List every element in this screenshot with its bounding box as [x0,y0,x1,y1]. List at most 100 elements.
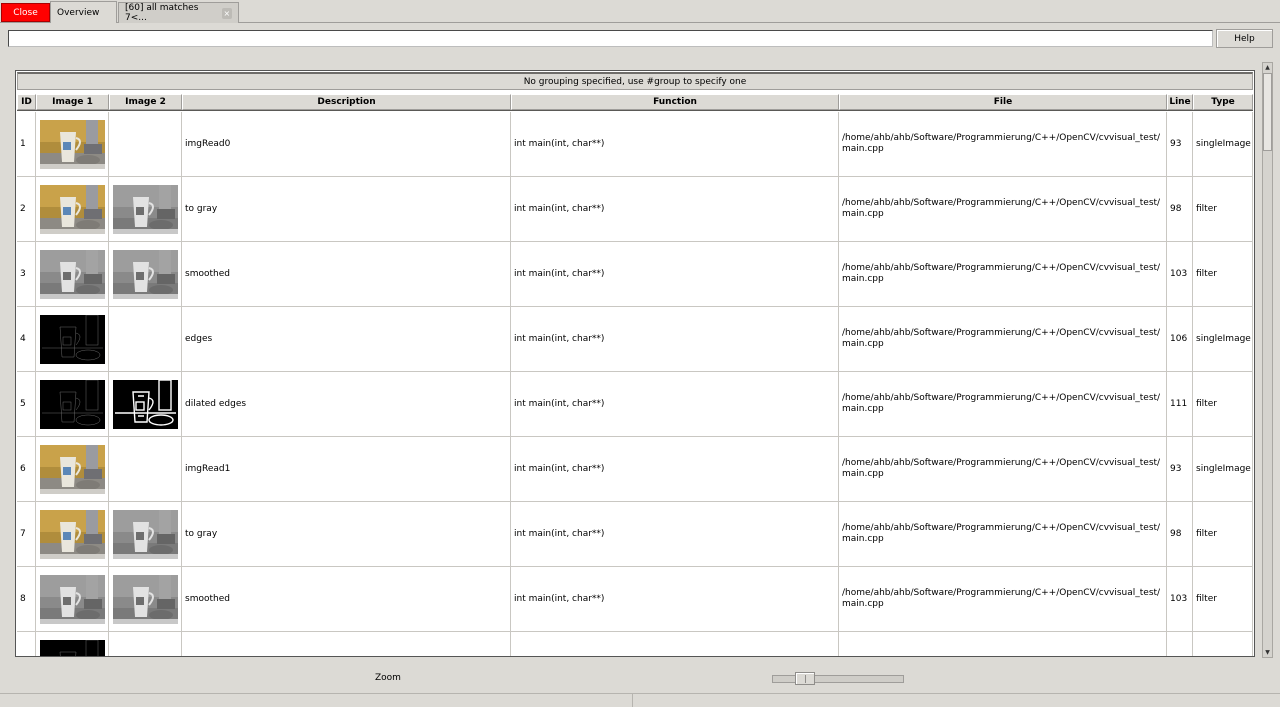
cell-id: 4 [17,307,36,371]
thumbnail-image[interactable] [112,249,178,299]
tab-all-matches-label: [60] all matches 7<... [125,3,199,23]
tab-bar: Close Overview [60] all matches 7<... × [0,0,1280,23]
cell-file: /home/ahb/ahb/Software/Programmierung/C+… [839,632,1167,656]
cell-function: int main(int, char**) [511,437,839,501]
group-header: No grouping specified, use #group to spe… [17,72,1253,90]
table-header: ID Image 1 Image 2 Description Function … [17,94,1253,111]
cell-image2 [109,177,182,241]
cell-description [182,632,511,656]
cell-description: smoothed [182,242,511,306]
table-row[interactable]: 5 dilated edges int main(int, char**)/home… [17,372,1253,437]
column-header-file[interactable]: File [839,94,1167,110]
cell-description: to gray [182,177,511,241]
thumbnail-image[interactable] [39,119,105,169]
cell-file: /home/ahb/ahb/Software/Programmierung/C+… [839,372,1167,436]
cell-function: int main(int, char**) [511,242,839,306]
cell-image1 [36,372,109,436]
filter-input[interactable] [8,30,1213,47]
cell-line [1167,632,1193,656]
cell-type: filter [1193,502,1253,566]
table-row[interactable]: /home/ahb/ahb/Software/Programmierung/C+… [17,632,1253,656]
zoom-label: Zoom [375,673,401,683]
table-row[interactable]: 2 to gray int main(int, char**)/home/ahb/a… [17,177,1253,242]
cell-description: smoothed [182,567,511,631]
thumbnail-image[interactable] [39,574,105,624]
cell-description: edges [182,307,511,371]
cell-description: imgRead1 [182,437,511,501]
cell-image1 [36,307,109,371]
cell-line: 106 [1167,307,1193,371]
tab-overview[interactable]: Overview [50,1,117,23]
thumbnail-image[interactable] [39,184,105,234]
table-row[interactable]: 6 imgRead1 int main(int, char**)/home/ahb/… [17,437,1253,502]
thumbnail-image[interactable] [112,379,178,429]
cell-image2 [109,567,182,631]
table-row[interactable]: 3 smoothed int main(int, char**)/home/ahb/… [17,242,1253,307]
cell-id: 7 [17,502,36,566]
thumbnail-image[interactable] [112,574,178,624]
cell-line: 103 [1167,567,1193,631]
cell-function: int main(int, char**) [511,502,839,566]
cell-line: 103 [1167,242,1193,306]
tab-all-matches[interactable]: [60] all matches 7<... × [118,2,239,23]
thumbnail-image[interactable] [112,184,178,234]
column-header-description[interactable]: Description [182,94,511,110]
overview-table: No grouping specified, use #group to spe… [15,70,1255,657]
vertical-scrollbar[interactable]: ▲ ▼ [1262,62,1273,658]
status-bar [0,693,1280,707]
cell-id: 1 [17,112,36,176]
cell-image2 [109,437,182,501]
cell-function: int main(int, char**) [511,567,839,631]
table-row[interactable]: 7 to gray int main(int, char**)/home/ahb/a… [17,502,1253,567]
table-row[interactable]: 4 edges int main(int, char**)/home/ahb/ahb… [17,307,1253,372]
cell-type: filter [1193,372,1253,436]
thumbnail-image[interactable] [39,314,105,364]
thumbnail-image[interactable] [39,249,105,299]
cell-image2 [109,307,182,371]
thumbnail-image[interactable] [39,639,105,656]
cell-type: singleImage [1193,437,1253,501]
cell-type: singleImage [1193,307,1253,371]
table-body: 1 imgRead0 int main(int, char**)/home/ahb/… [17,112,1253,656]
status-divider [632,694,633,707]
cell-description: dilated edges [182,372,511,436]
close-button[interactable]: Close [1,3,50,22]
tab-overview-label: Overview [57,7,100,18]
cell-line: 98 [1167,177,1193,241]
cell-id: 2 [17,177,36,241]
table-row[interactable]: 1 imgRead0 int main(int, char**)/home/ahb/… [17,112,1253,177]
cell-image1 [36,242,109,306]
cell-type [1193,632,1253,656]
thumbnail-image[interactable] [39,379,105,429]
cell-file: /home/ahb/ahb/Software/Programmierung/C+… [839,567,1167,631]
thumbnail-image[interactable] [112,509,178,559]
close-tab-icon[interactable]: × [221,7,232,19]
column-header-image2[interactable]: Image 2 [109,94,182,110]
cell-description: to gray [182,502,511,566]
overview-window: Close Overview [60] all matches 7<... × … [0,0,1280,707]
column-header-line[interactable]: Line [1167,94,1193,110]
cell-type: filter [1193,242,1253,306]
cell-function [511,632,839,656]
help-button[interactable]: Help [1216,29,1273,48]
scroll-down-icon[interactable]: ▼ [1263,648,1272,657]
cell-type: filter [1193,567,1253,631]
table-row[interactable]: 8 smoothed int main(int, char**)/home/ahb/… [17,567,1253,632]
scrollbar-thumb[interactable] [1263,73,1272,151]
thumbnail-image[interactable] [39,509,105,559]
cell-image1 [36,112,109,176]
column-header-type[interactable]: Type [1193,94,1253,110]
column-header-id[interactable]: ID [17,94,36,110]
thumbnail-image[interactable] [39,444,105,494]
zoom-slider-handle[interactable] [795,672,815,685]
column-header-image1[interactable]: Image 1 [36,94,109,110]
cell-function: int main(int, char**) [511,112,839,176]
zoom-slider[interactable] [772,675,904,683]
scroll-up-icon[interactable]: ▲ [1263,63,1272,72]
column-header-function[interactable]: Function [511,94,839,110]
cell-file: /home/ahb/ahb/Software/Programmierung/C+… [839,242,1167,306]
cell-file: /home/ahb/ahb/Software/Programmierung/C+… [839,307,1167,371]
cell-file: /home/ahb/ahb/Software/Programmierung/C+… [839,437,1167,501]
cell-image1 [36,177,109,241]
cell-image2 [109,502,182,566]
